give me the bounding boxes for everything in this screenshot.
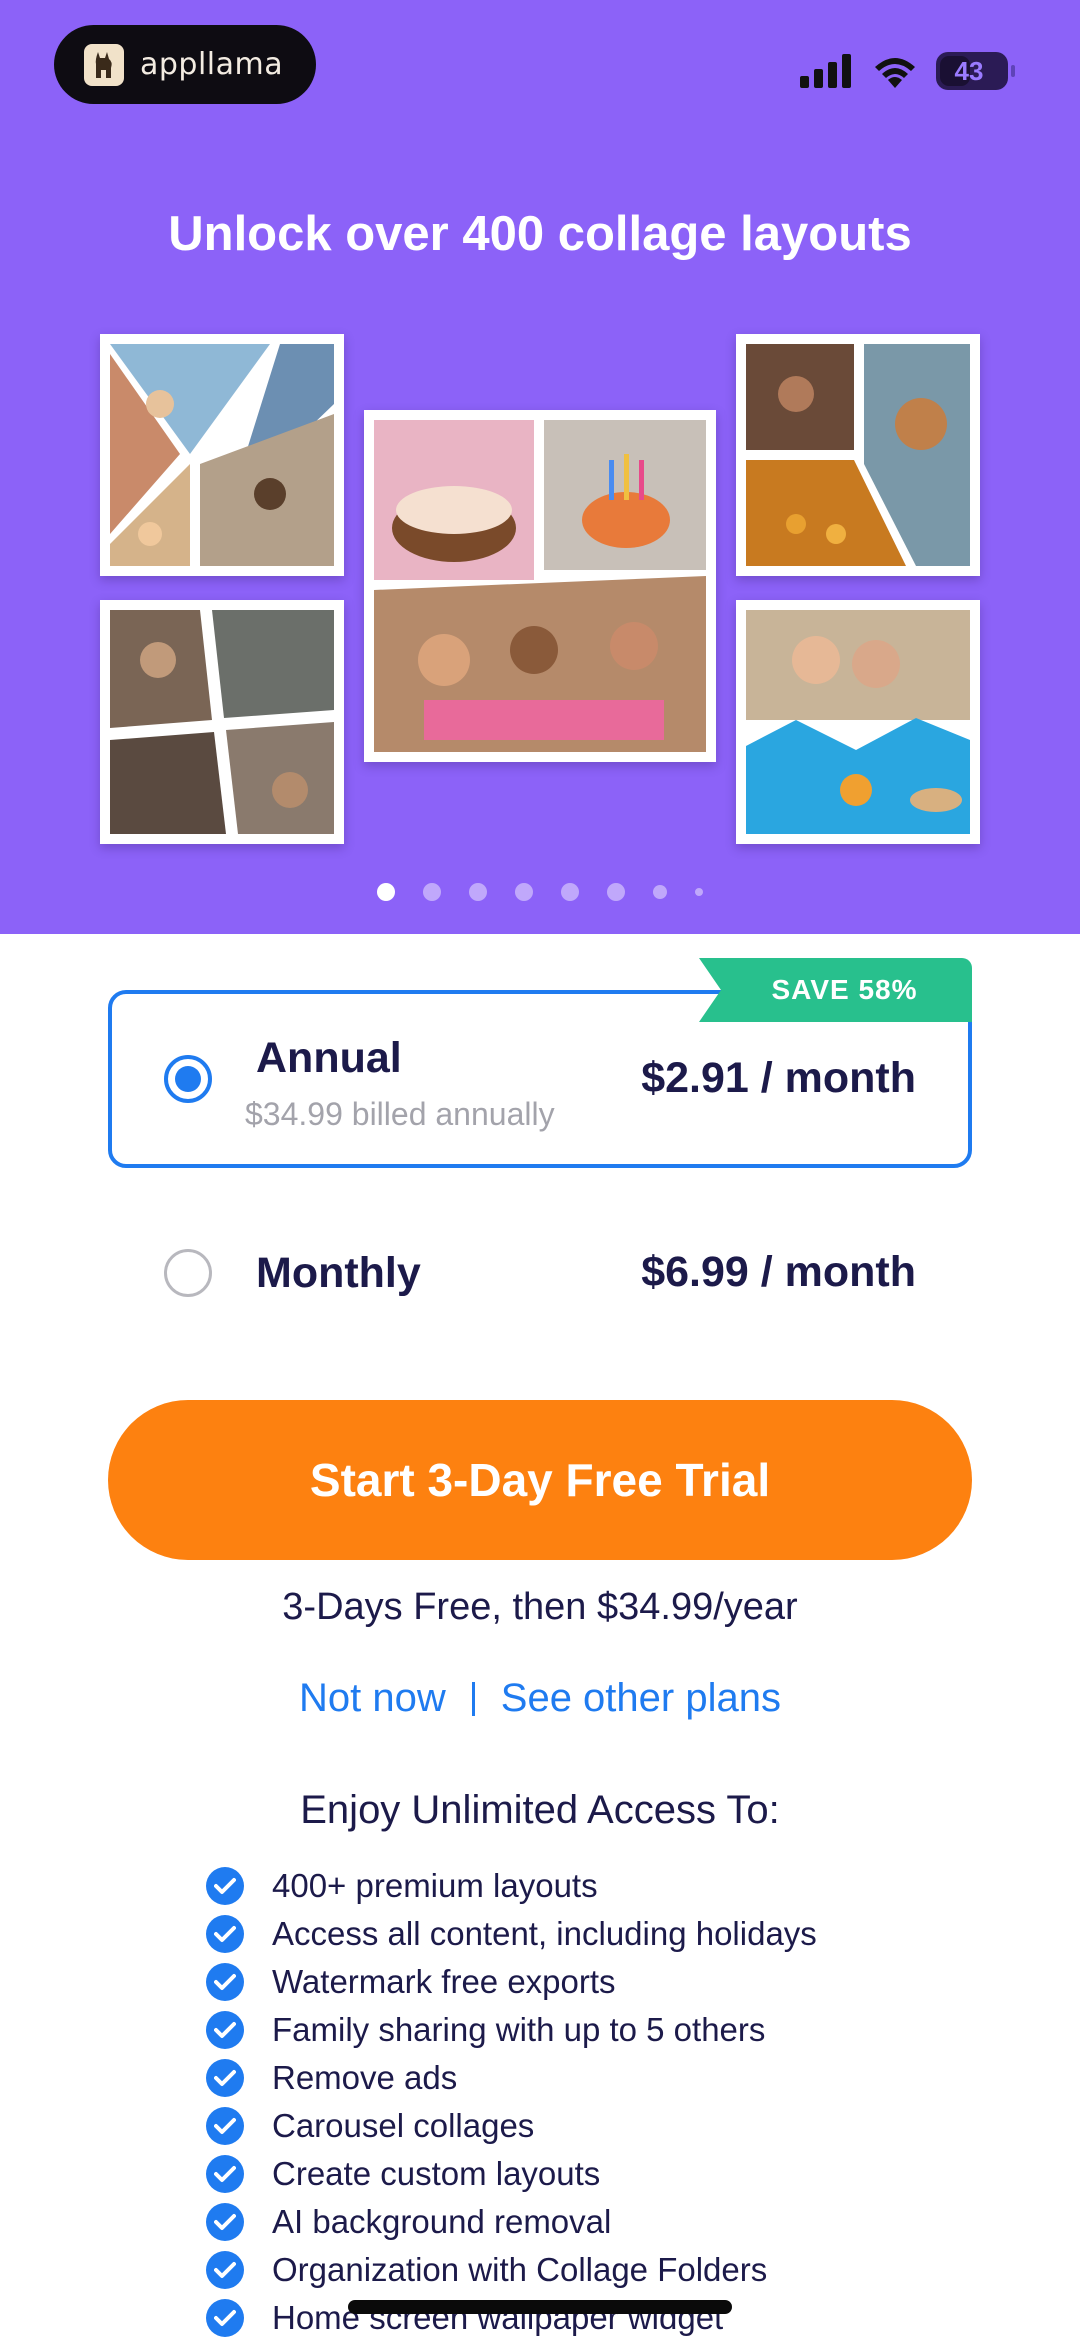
carousel-dot[interactable] bbox=[653, 885, 667, 899]
save-badge: SAVE 58% bbox=[699, 958, 972, 1022]
carousel-page-indicator[interactable] bbox=[0, 883, 1080, 901]
carousel-dot[interactable] bbox=[695, 888, 703, 896]
battery-icon: 43 bbox=[936, 52, 1015, 90]
list-item: Organization with Collage Folders bbox=[206, 2246, 817, 2294]
carousel-dot[interactable] bbox=[423, 883, 441, 901]
feature-label: AI background removal bbox=[272, 2203, 612, 2240]
status-bar-icons: 43 bbox=[800, 52, 1015, 90]
list-item: Access all content, including holidays bbox=[206, 1910, 817, 1958]
monthly-radio[interactable] bbox=[164, 1249, 212, 1297]
checkmark-icon bbox=[206, 2107, 244, 2145]
feature-label: Watermark free exports bbox=[272, 1963, 616, 2000]
feature-label: 400+ premium layouts bbox=[272, 1867, 598, 1904]
annual-plan-name: Annual bbox=[256, 1034, 402, 1082]
link-divider bbox=[471, 1681, 475, 1716]
wifi-icon bbox=[875, 58, 915, 88]
see-other-plans-link[interactable]: See other plans bbox=[501, 1676, 781, 1721]
checkmark-icon bbox=[206, 2203, 244, 2241]
carousel-dot[interactable] bbox=[469, 883, 487, 901]
secondary-links: Not now See other plans bbox=[0, 1676, 1080, 1721]
collage-preview-birthday bbox=[364, 410, 716, 762]
carousel-dot[interactable] bbox=[607, 883, 625, 901]
app-badge-label: appllama bbox=[140, 47, 284, 82]
list-item: Remove ads bbox=[206, 2054, 817, 2102]
collage-preview-diagonal bbox=[100, 334, 344, 576]
checkmark-icon bbox=[206, 2059, 244, 2097]
feature-label: Access all content, including holidays bbox=[272, 1915, 817, 1952]
not-now-link[interactable]: Not now bbox=[299, 1676, 446, 1721]
collage-preview-pool bbox=[736, 600, 980, 844]
checkmark-icon bbox=[206, 1963, 244, 2001]
carousel-dot[interactable] bbox=[515, 883, 533, 901]
list-item: AI background removal bbox=[206, 2198, 817, 2246]
start-trial-button[interactable]: Start 3-Day Free Trial bbox=[108, 1400, 972, 1560]
hero-title: Unlock over 400 collage layouts bbox=[168, 207, 912, 261]
checkmark-icon bbox=[206, 2155, 244, 2193]
carousel-dot[interactable] bbox=[377, 883, 395, 901]
checkmark-icon bbox=[206, 1915, 244, 1953]
llama-logo-icon bbox=[84, 43, 124, 86]
annual-radio[interactable] bbox=[164, 1055, 212, 1103]
feature-label: Organization with Collage Folders bbox=[272, 2251, 768, 2288]
collage-preview-fall bbox=[736, 334, 980, 576]
monthly-plan-name[interactable]: Monthly bbox=[256, 1249, 421, 1298]
list-item: Family sharing with up to 5 others bbox=[206, 2006, 817, 2054]
home-indicator[interactable] bbox=[348, 2300, 732, 2314]
carousel-dot[interactable] bbox=[561, 883, 579, 901]
monthly-plan-price[interactable]: $6.99 / month bbox=[560, 1248, 916, 1297]
battery-level: 43 bbox=[954, 55, 984, 86]
trial-terms: 3-Days Free, then $34.99/year bbox=[282, 1586, 798, 1628]
feature-label: Family sharing with up to 5 others bbox=[272, 2011, 766, 2048]
collage-preview-split bbox=[100, 600, 344, 844]
features-heading: Enjoy Unlimited Access To: bbox=[300, 1788, 780, 1832]
list-item: Watermark free exports bbox=[206, 1958, 817, 2006]
feature-label: Carousel collages bbox=[272, 2107, 535, 2144]
checkmark-icon bbox=[206, 1867, 244, 1905]
annual-billing-note: $34.99 billed annually bbox=[245, 1096, 555, 1132]
checkmark-icon bbox=[206, 2251, 244, 2289]
cellular-signal-icon bbox=[800, 54, 851, 88]
feature-label: Remove ads bbox=[272, 2059, 458, 2096]
feature-label: Create custom layouts bbox=[272, 2155, 601, 2192]
hero-section: appllama 43 Unlock over 400 collage layo… bbox=[0, 0, 1080, 934]
list-item: Carousel collages bbox=[206, 2102, 817, 2150]
list-item: 400+ premium layouts bbox=[206, 1862, 817, 1910]
app-badge[interactable]: appllama bbox=[54, 25, 316, 104]
checkmark-icon bbox=[206, 2011, 244, 2049]
list-item: Create custom layouts bbox=[206, 2150, 817, 2198]
checkmark-icon bbox=[206, 2299, 244, 2337]
annual-plan-price: $2.91 / month bbox=[641, 1054, 916, 1102]
features-list: 400+ premium layouts Access all content,… bbox=[206, 1862, 817, 2337]
